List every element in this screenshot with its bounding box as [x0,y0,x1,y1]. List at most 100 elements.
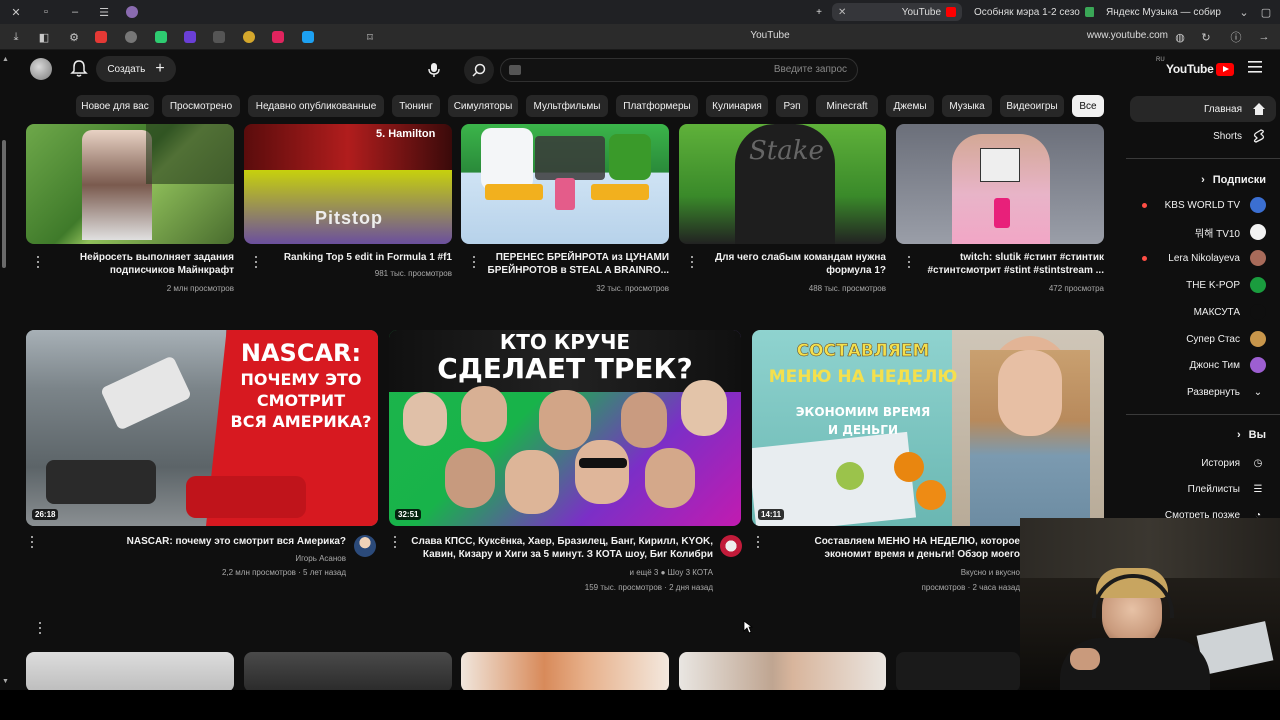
more-options-icon[interactable] [30,536,34,548]
info-icon[interactable]: ⓘ [1228,29,1244,45]
globe-icon[interactable] [125,31,137,43]
video-title[interactable]: NASCAR: почему это смотрит вся Америка? [44,535,346,548]
chip-minecraft[interactable]: Minecraft [816,95,878,117]
you-header[interactable]: › Вы [1130,429,1266,441]
sidebar-item-channel[interactable]: KBS WORLD TV [1130,192,1276,218]
more-options-icon[interactable] [36,256,40,268]
more-options-icon[interactable] [907,256,911,268]
video-title[interactable]: Нейросеть выполняет задания подписчиков … [50,251,234,277]
extension-icon[interactable] [213,31,225,43]
adblock-icon[interactable] [95,31,107,43]
search-button[interactable] [464,56,494,84]
video-thumbnail[interactable] [26,652,234,692]
new-tab-button[interactable]: + [812,3,826,21]
extension-icon[interactable] [302,31,314,43]
tab-search-icon[interactable]: ▢ [1258,4,1274,20]
sidebar-item-history[interactable]: История ◷ [1130,450,1276,476]
scroll-up-icon[interactable]: ▲ [2,56,9,63]
extension-icon[interactable] [155,31,167,43]
video-title[interactable]: ПЕРЕНЕС БРЕЙНРОТА из ЦУНАМИ БРЕЙНРОТОВ в… [486,251,669,277]
more-options-icon[interactable] [690,256,694,268]
video-thumbnail[interactable] [461,124,669,244]
chip-videogames[interactable]: Видеоигры [1000,95,1064,117]
chip-cartoons[interactable]: Мультфильмы [526,95,608,117]
menu-icon[interactable] [1248,61,1262,73]
scrollbar[interactable] [0,140,8,268]
chip-cooking[interactable]: Кулинария [706,95,768,117]
video-thumbnail[interactable] [896,124,1104,244]
more-options-icon[interactable] [756,536,760,548]
video-thumbnail[interactable]: NASCAR: ПОЧЕМУ ЭТО СМОТРИТ ВСЯ АМЕРИКА? … [26,330,378,526]
channel-avatar[interactable] [354,535,376,557]
sidebar-item-channel[interactable]: Lera Nikolayeva [1130,245,1276,271]
chip-tuning[interactable]: Тюнинг [392,95,440,117]
more-options-icon[interactable] [38,622,42,634]
video-thumbnail[interactable] [679,652,886,692]
reload-icon[interactable]: ↻ [1198,29,1214,45]
chevron-down-icon[interactable]: ⌄ [1236,4,1252,20]
minimize-icon[interactable]: – [67,4,83,20]
video-thumbnail[interactable] [26,124,234,244]
sidebar-item-channel[interactable]: Джонс Тим [1130,352,1276,378]
close-window-icon[interactable]: ✕ [8,4,24,20]
subscriptions-header[interactable]: › Подписки [1130,174,1266,186]
chip-all[interactable]: Все [1072,95,1104,117]
chip-new[interactable]: Новое для вас [76,95,154,117]
video-title[interactable]: Слава КПСС, Куксёнка, Хаер, Бразилец, Ба… [407,535,713,561]
tab-youtube[interactable]: ✕ YouTube [832,3,962,21]
tab-menu-icon[interactable]: ☰ [96,4,112,20]
extensions-icon[interactable]: ◧ [36,29,52,45]
chip-rap[interactable]: Рэп [776,95,808,117]
chip-watched[interactable]: Просмотрено [162,95,240,117]
download-icon[interactable]: ⤓ [8,29,24,45]
chip-recent[interactable]: Недавно опубликованные [248,95,384,117]
more-options-icon[interactable] [254,256,258,268]
video-title[interactable]: Ranking Top 5 edit in Formula 1 #f1 [268,251,452,264]
video-thumbnail[interactable]: Stake [679,124,886,244]
sidebar-item-shorts[interactable]: Shorts [1130,123,1276,149]
scroll-down-icon[interactable]: ▼ [2,678,9,685]
bookmark-icon[interactable]: ⌑ [362,29,378,45]
video-title[interactable]: Для чего слабым командам нужна формула 1… [704,251,886,277]
channel-name[interactable]: Игорь Асанов [44,552,346,565]
chip-simulators[interactable]: Симуляторы [448,95,518,117]
video-thumbnail[interactable]: 5. Hamilton Pitstop [244,124,452,244]
chip-jams[interactable]: Джемы [886,95,934,117]
video-thumbnail[interactable]: КТО КРУЧЕ СДЕЛАЕТ ТРЕК? 32:51 [389,330,741,526]
sidebar-item-home[interactable]: Главная [1130,96,1276,122]
sidebar-item-playlists[interactable]: Плейлисты ☰ [1130,476,1276,502]
sidebar-item-expand[interactable]: Развернуть ⌄ [1130,379,1276,405]
search-input[interactable]: Введите запрос [500,58,858,82]
youtube-logo[interactable]: RU YouTube [1156,57,1235,77]
channel-avatar[interactable] [720,535,742,557]
tab-2[interactable]: Особняк мэра 1-2 сезо [968,3,1094,21]
lock-icon[interactable]: ◍ [1172,29,1188,45]
video-title[interactable]: twitch: slutik #стинт #стинтик #стинтсмо… [921,251,1104,277]
sidebar-item-channel[interactable]: 뭐해 TV10 [1130,219,1276,245]
maximize-icon[interactable]: ▫ [38,4,54,20]
sidebar-item-channel[interactable]: THE K-POP [1130,272,1276,298]
profile-icon[interactable] [126,6,138,18]
chip-platformers[interactable]: Платформеры [616,95,698,117]
avatar[interactable] [30,58,52,80]
video-title[interactable]: Составляем МЕНЮ НА НЕДЕЛЮ, которое эконо… [770,535,1020,561]
sidebar-item-channel[interactable]: Супер Стас [1130,326,1276,352]
extension-icon[interactable] [243,31,255,43]
video-thumbnail[interactable] [244,652,452,692]
more-options-icon[interactable] [472,256,476,268]
video-thumbnail[interactable]: СОСТАВЛЯЕМ МЕНЮ НА НЕДЕЛЮ ЭКОНОМИМ ВРЕМЯ… [752,330,1104,526]
tab-3[interactable]: Яндекс Музыка — собир [1100,3,1224,21]
settings-icon[interactable]: ⚙ [66,29,82,45]
create-button[interactable]: Создать + [96,56,176,82]
close-tab-icon[interactable]: ✕ [838,7,846,18]
chip-music[interactable]: Музыка [942,95,992,117]
more-options-icon[interactable] [393,536,397,548]
video-thumbnail[interactable] [896,652,1020,692]
channel-name[interactable]: Вкусно и вкусно [770,566,1020,579]
back-icon[interactable]: → [1256,29,1272,45]
channel-name[interactable]: и ещё 3 ● Шоу 3 КОТА [407,566,713,579]
extension-icon[interactable] [272,31,284,43]
extension-icon[interactable] [184,31,196,43]
video-thumbnail[interactable] [461,652,669,692]
url-field[interactable]: www.youtube.com [1040,30,1168,41]
